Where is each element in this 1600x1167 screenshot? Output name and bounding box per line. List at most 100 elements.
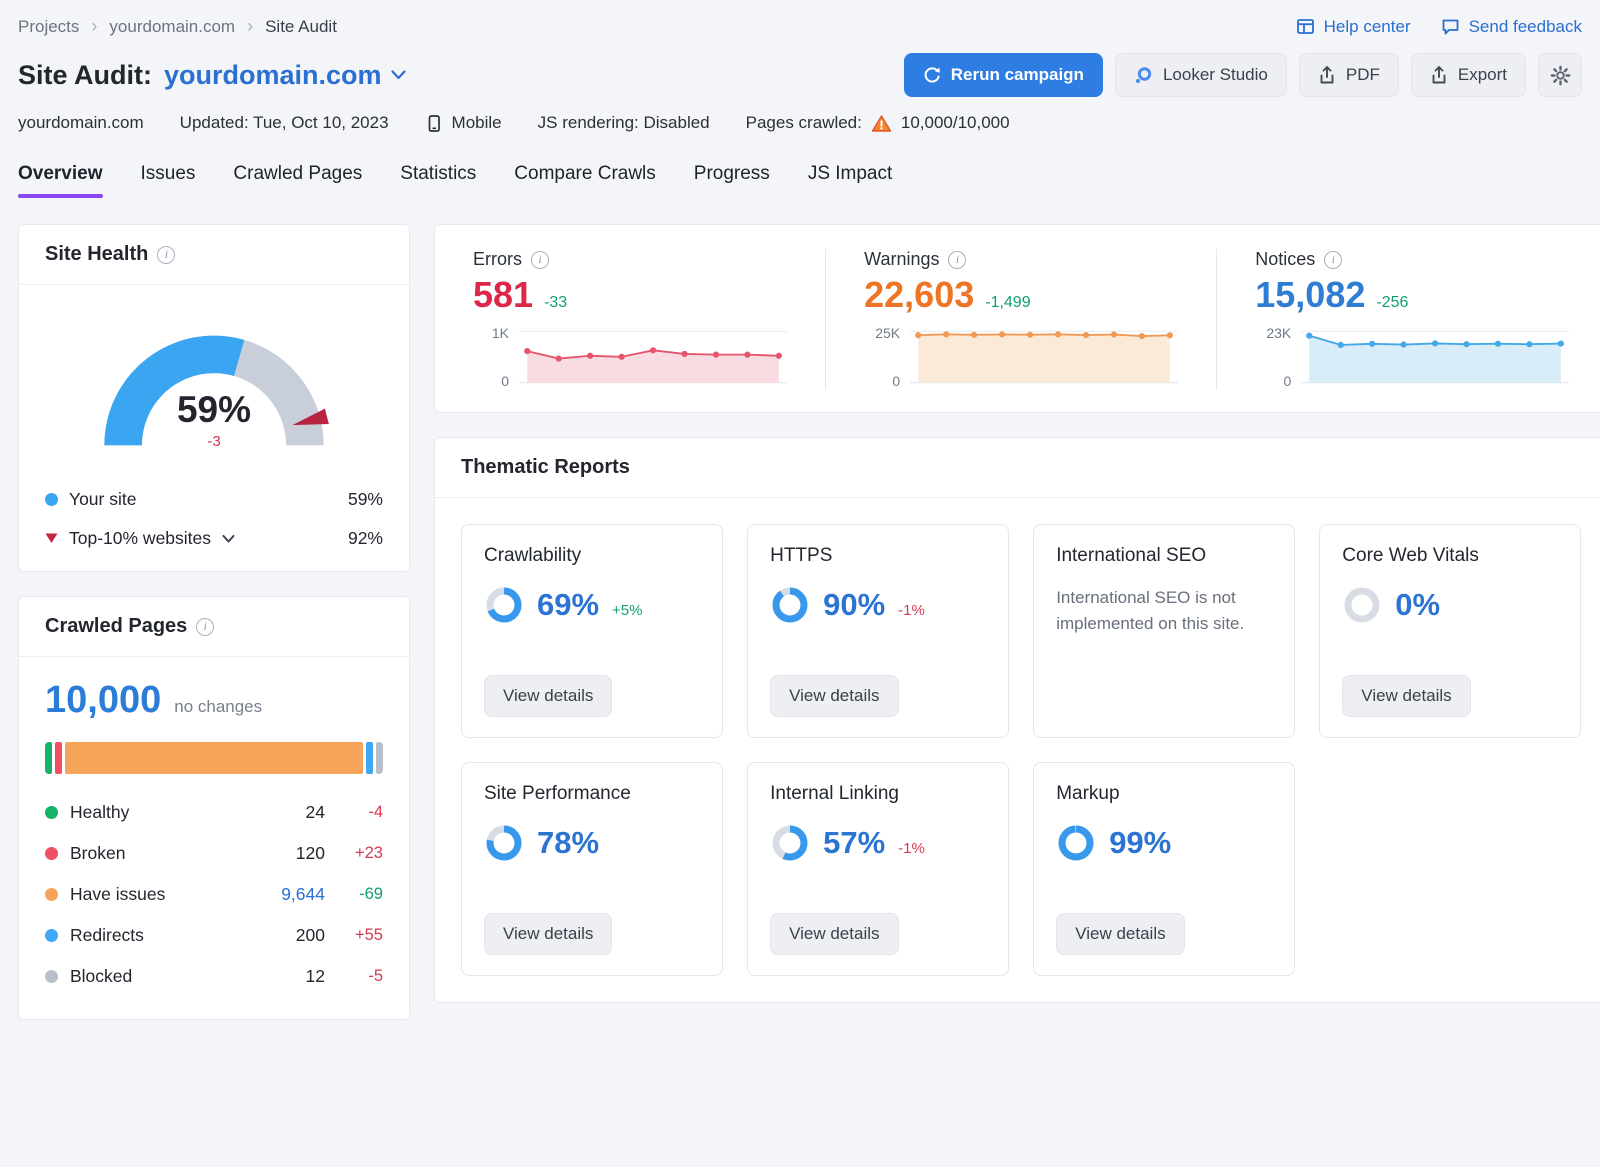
redirects-dot-icon [45,929,58,942]
info-icon[interactable]: i [531,250,549,269]
site-health-card: Site Health i 59% -3 Your site 59% Top-1… [18,224,410,572]
help-center-link[interactable]: Help center [1296,17,1411,37]
summary-delta: -33 [544,294,568,311]
meta-pages-crawled: Pages crawled: 10,000/10,000 [746,113,1010,133]
tab-overview[interactable]: Overview [18,163,103,198]
row-label: Redirects [70,925,144,945]
crawled-pages-row-broken: Broken 120 +23 [45,833,383,874]
pages-crawled-label: Pages crawled: [745,113,862,132]
view-details-button[interactable]: View details [1342,675,1471,717]
summary-delta: -256 [1376,294,1409,311]
view-details-button[interactable]: View details [484,675,613,717]
bar-segment-healthy[interactable] [45,742,52,774]
export-icon [1432,66,1446,84]
row-value: 24 [305,802,325,822]
refresh-icon [924,67,940,83]
thematic-card-title: Internal Linking [770,783,899,804]
summary-count[interactable]: 15,082 [1255,274,1365,316]
summary-notices: Notices i 15,082 -256 23K 0 [1216,249,1600,390]
view-details-button[interactable]: View details [484,913,613,955]
info-icon[interactable]: i [948,250,967,269]
summary-count[interactable]: 581 [473,274,533,316]
export-button[interactable]: Export [1410,53,1526,97]
errors-sparkline [519,330,788,384]
view-details-button[interactable]: View details [1056,913,1185,955]
issues-summary-grid: Errors i 581 -33 1K 0 Warnings i 22,603 -1,499 25K… [434,224,1600,413]
y-min-label: 0 [1283,373,1292,389]
top10-websites-row[interactable]: Top-10% websites 92% [45,512,383,551]
y-min-label: 0 [501,373,509,389]
crawled-pages-legend: Healthy 24 -4 Broken 120 +23 Have issues 9,644 -… [45,792,383,997]
tab-statistics[interactable]: Statistics [400,163,476,198]
breadcrumb-site-audit: Site Audit [265,16,337,36]
thematic-score[interactable]: 0% [1395,587,1440,623]
top-links: Help center Send feedback [1296,17,1582,37]
crawled-pages-total: 10,000 [45,679,162,721]
header-actions: Rerun campaign Looker Studio PDF Export [903,53,1582,97]
thematic-card-core-web-vitals: Core Web Vitals 0% View details [1319,524,1582,738]
thematic-card-site-performance: Site Performance 78% View details [461,762,724,976]
crawled-pages-card: Crawled Pages i 10,000 no changes Health… [18,596,410,1020]
breadcrumb-domain[interactable]: yourdomain.com [109,17,235,37]
bar-segment-have-issues[interactable] [65,742,363,774]
row-label: Healthy [70,802,130,822]
breadcrumb-projects[interactable]: Projects [18,17,79,37]
view-details-button[interactable]: View details [770,675,899,717]
tab-progress[interactable]: Progress [694,163,770,198]
thematic-card-international-seo: International SEO International SEO is no… [1033,524,1296,738]
rerun-campaign-button[interactable]: Rerun campaign [903,53,1103,97]
row-delta: +23 [355,844,383,862]
settings-button[interactable] [1538,53,1582,97]
rerun-campaign-label: Rerun campaign [950,65,1084,84]
summary-warnings: Warnings i 22,603 -1,499 25K 0 [825,249,1216,390]
site-health-title: Site Health [45,243,149,265]
send-feedback-link[interactable]: Send feedback [1441,17,1582,37]
meta-updated: Updated: Tue, Oct 10, 2023 [179,113,389,132]
pdf-button[interactable]: PDF [1298,53,1399,97]
info-icon[interactable]: i [157,245,176,264]
summary-delta: -1,499 [985,294,1031,311]
bar-segment-redirects[interactable] [366,742,373,774]
score-donut-icon [486,825,522,861]
thematic-card-title: Markup [1056,783,1120,804]
summary-count[interactable]: 22,603 [864,274,974,316]
tab-crawled-pages[interactable]: Crawled Pages [233,163,362,198]
looker-studio-label: Looker Studio [1162,65,1268,84]
score-donut-icon [772,825,808,861]
row-value[interactable]: 9,644 [247,884,325,905]
blocked-dot-icon [45,970,58,983]
thematic-score[interactable]: 69% [537,587,599,623]
thematic-score[interactable]: 57% [823,825,885,861]
broken-dot-icon [45,847,58,860]
summary-label: Notices [1255,249,1316,269]
tab-js-impact[interactable]: JS Impact [808,163,892,198]
row-value: 12 [305,966,325,986]
info-icon[interactable]: i [196,617,215,636]
bar-segment-blocked[interactable] [376,742,383,774]
your-site-value: 59% [347,489,383,509]
your-site-row: Your site 59% [45,479,383,512]
thematic-delta: +5% [612,601,643,619]
tab-issues[interactable]: Issues [141,163,196,198]
thematic-score[interactable]: 99% [1109,825,1171,861]
thematic-score[interactable]: 90% [823,587,885,623]
looker-studio-button[interactable]: Looker Studio [1114,53,1287,97]
top10-websites-label: Top-10% websites [69,528,212,548]
meta-js-rendering: JS rendering: Disabled [537,113,710,132]
campaign-selector[interactable]: yourdomain.com [164,60,406,91]
bar-segment-broken[interactable] [55,742,62,774]
summary-label: Errors [473,249,522,269]
score-donut-icon [1344,587,1380,623]
thematic-score[interactable]: 78% [537,825,599,861]
site-health-score: 59% [176,389,252,430]
view-details-button[interactable]: View details [770,913,899,955]
row-delta: -4 [368,803,383,821]
crawled-pages-title: Crawled Pages [45,615,188,637]
info-icon[interactable]: i [1324,250,1343,269]
tabs-row: Overview Issues Crawled Pages Statistics Com… [18,163,1582,198]
help-center-label: Help center [1323,16,1411,36]
meta-device: Mobile [425,113,502,133]
tab-compare-crawls[interactable]: Compare Crawls [514,163,655,198]
page-header: Site Audit: yourdomain.com Rerun campaig… [18,53,1582,97]
row-label: Have issues [70,884,166,904]
